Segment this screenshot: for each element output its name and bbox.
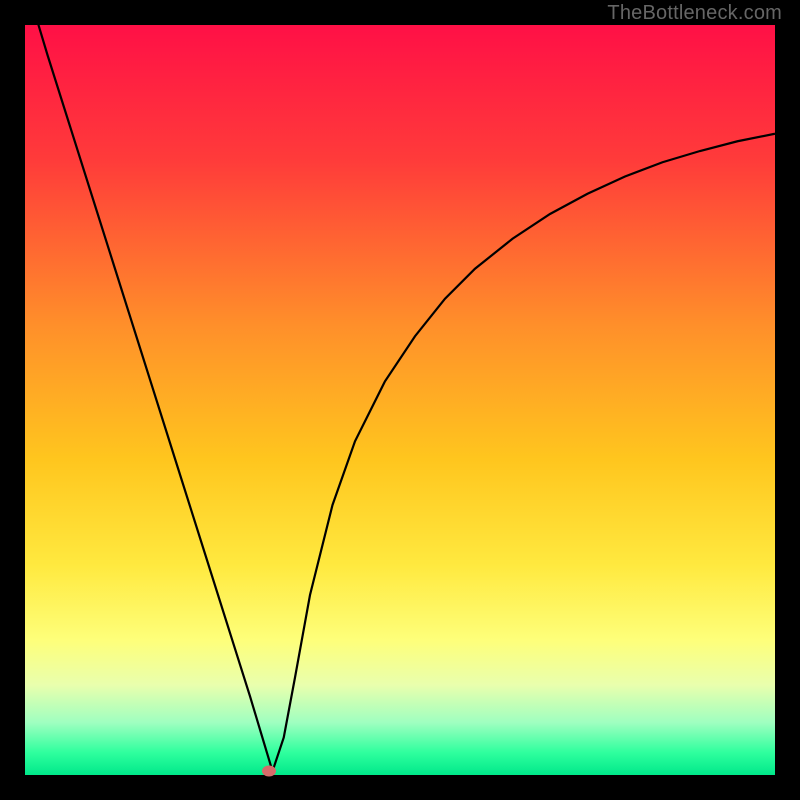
watermark-text: TheBottleneck.com [607,2,782,25]
optimal-point-marker [262,766,276,777]
bottleneck-curve [25,25,775,771]
curve-layer [25,25,775,775]
plot-area [25,25,775,775]
chart-frame [25,25,775,775]
